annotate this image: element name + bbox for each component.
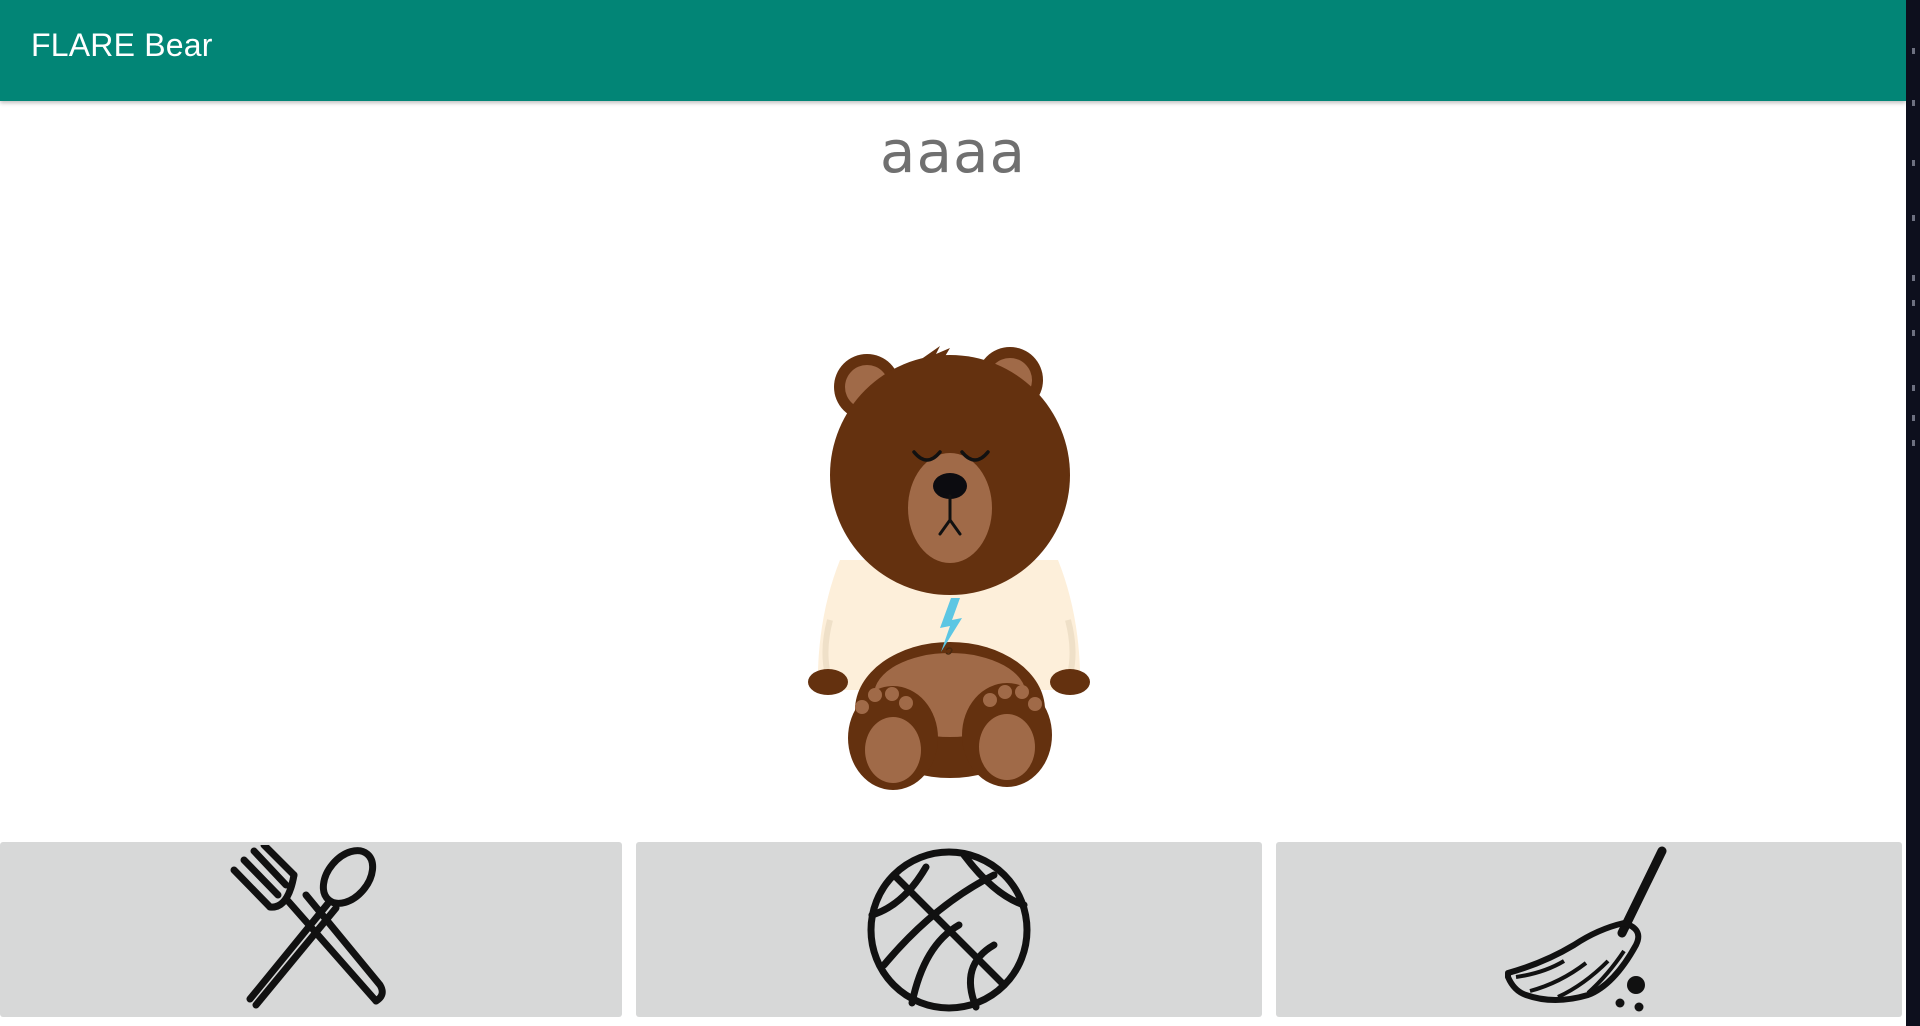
window-edge xyxy=(1906,0,1920,1026)
feed-button[interactable] xyxy=(0,842,622,1017)
app-bar: FLARE Bear xyxy=(0,0,1906,101)
app-window: FLARE Bear aaaa xyxy=(0,0,1906,1026)
action-bar xyxy=(0,842,1906,1017)
page: FLARE Bear aaaa xyxy=(0,0,1920,1026)
basketball-icon xyxy=(867,848,1031,1011)
bear-illustration xyxy=(808,346,1090,790)
play-button[interactable] xyxy=(636,842,1262,1017)
app-title: FLARE Bear xyxy=(31,27,213,63)
broom-icon xyxy=(1505,846,1667,1011)
clean-button[interactable] xyxy=(1276,842,1902,1017)
fork-spoon-icon xyxy=(230,844,386,1008)
bear-name: aaaa xyxy=(879,118,1027,186)
